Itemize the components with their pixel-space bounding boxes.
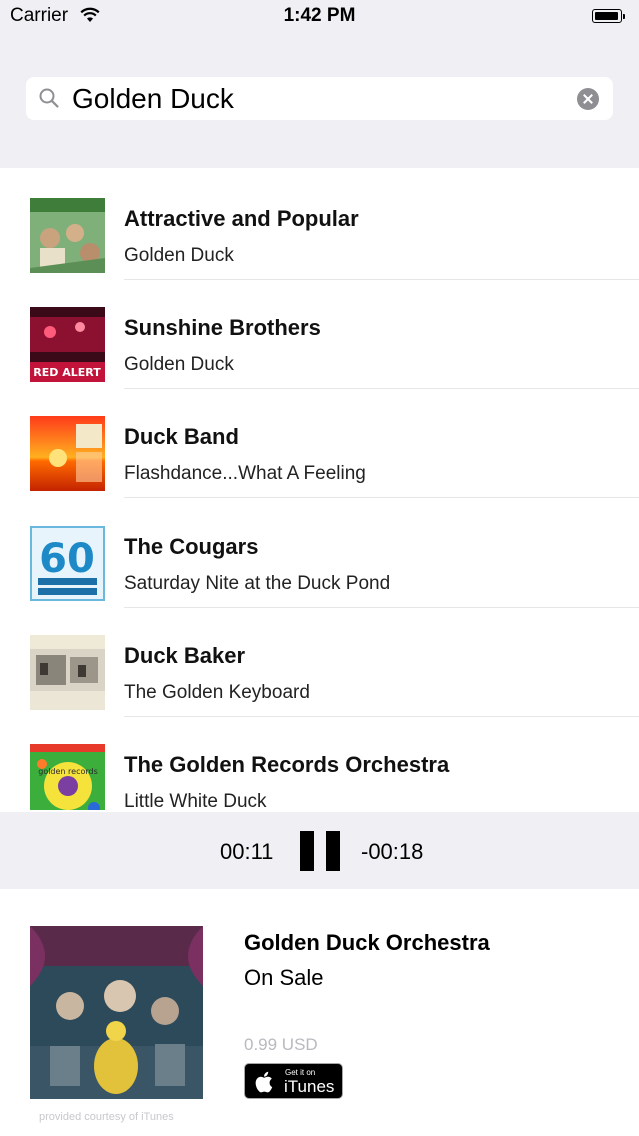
- result-title: The Cougars: [124, 534, 259, 559]
- result-title: Sunshine Brothers: [124, 315, 321, 340]
- player-bar: 00:11 -00:18: [0, 812, 639, 889]
- itunes-badge-button[interactable]: Get it on iTunes: [244, 1063, 343, 1099]
- list-item[interactable]: Duck Band Flashdance...What A Feeling: [0, 386, 639, 498]
- elapsed-time: 00:11: [220, 839, 274, 864]
- result-subtitle: Golden Duck: [124, 245, 234, 266]
- pause-icon: [326, 831, 340, 871]
- result-subtitle: Little White Duck: [124, 791, 267, 810]
- clock: 1:42 PM: [283, 5, 356, 26]
- courtesy-note: provided courtesy of iTunes: [39, 1111, 174, 1123]
- album-art: [30, 635, 105, 710]
- search-icon: [39, 88, 59, 108]
- search-header: [0, 32, 639, 168]
- remaining-time: -00:18: [361, 839, 424, 864]
- result-subtitle: Flashdance...What A Feeling: [124, 463, 366, 484]
- badge-small-text: Get it on: [285, 1068, 316, 1077]
- result-subtitle: Saturday Nite at the Duck Pond: [124, 573, 391, 594]
- list-item[interactable]: RED ALERT Sunshine Brothers Golden Duck: [0, 277, 639, 389]
- badge-big-text: iTunes: [284, 1077, 335, 1096]
- album-art-text: golden records: [38, 767, 98, 776]
- album-art-text: RED ALERT: [33, 366, 101, 379]
- status-bar: Carrier 1:42 PM: [0, 0, 639, 32]
- album-art: RED ALERT: [30, 307, 105, 382]
- track-detail: Golden Duck Orchestra On Sale 0.99 USD G…: [0, 889, 639, 1136]
- result-title: Duck Band: [124, 424, 239, 449]
- results-list: Attractive and Popular Golden Duck RED A…: [0, 168, 639, 810]
- search-input[interactable]: [72, 82, 562, 116]
- result-title: Attractive and Popular: [124, 206, 359, 231]
- price-label: 0.99 USD: [244, 1035, 318, 1054]
- clear-search-icon[interactable]: [577, 88, 599, 110]
- album-art-text: 60: [39, 536, 95, 582]
- apple-icon: [255, 1071, 273, 1093]
- album-art: [30, 198, 105, 273]
- result-subtitle: Golden Duck: [124, 354, 234, 375]
- battery-icon: [592, 9, 625, 23]
- pause-button[interactable]: [300, 831, 340, 871]
- list-item[interactable]: Duck Baker The Golden Keyboard: [0, 605, 639, 717]
- list-item[interactable]: Attractive and Popular Golden Duck: [0, 168, 639, 280]
- result-subtitle: The Golden Keyboard: [124, 682, 310, 703]
- album-cover: [30, 926, 203, 1099]
- search-bar[interactable]: [26, 77, 613, 120]
- detail-title: Golden Duck Orchestra: [244, 930, 490, 955]
- list-item[interactable]: golden records The Golden Records Orches…: [0, 714, 639, 810]
- album-art: [30, 416, 105, 491]
- detail-status: On Sale: [244, 965, 324, 990]
- list-item[interactable]: 60 The Cougars Saturday Nite at the Duck…: [0, 496, 639, 608]
- result-title: The Golden Records Orchestra: [124, 752, 450, 777]
- result-title: Duck Baker: [124, 643, 246, 668]
- album-art: 60: [30, 526, 105, 601]
- pause-icon: [300, 831, 314, 871]
- album-art: golden records: [30, 744, 105, 810]
